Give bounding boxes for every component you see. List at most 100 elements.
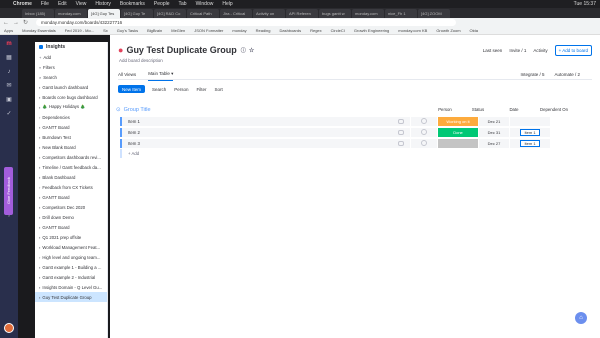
sidebar-item[interactable]: ▪ Gantt launch dashboard (35, 82, 107, 92)
tab-main-table[interactable]: Main Table ▾ (148, 71, 174, 81)
table-row[interactable]: Item 1 Working on it Dec 21 (120, 116, 550, 126)
browser-tab[interactable]: Activity on (253, 9, 285, 18)
browser-tab[interactable]: monday.com (352, 9, 384, 18)
item-name[interactable]: Item 2 (120, 127, 410, 137)
forward-icon[interactable]: → (13, 20, 19, 26)
comment-icon[interactable] (398, 140, 404, 146)
column-header-status[interactable]: Status (458, 107, 498, 112)
bookmark[interactable]: monday.com KB (398, 28, 427, 33)
browser-tab[interactable]: monday.com (55, 9, 87, 18)
sidebar-item[interactable]: ▪ Timeline / Gantt feedback da... (35, 162, 107, 172)
integrate-button[interactable]: Integrate / 5 (520, 72, 544, 77)
url-input[interactable]: monday.monday.com/boards/432227716 (36, 19, 457, 26)
table-row[interactable]: Item 3 Dec 27 Item 1 (120, 138, 550, 148)
menu-file[interactable]: File (41, 1, 49, 7)
sidebar-item[interactable]: ▪ Blank Dashboard (35, 172, 107, 182)
sidebar-item[interactable]: ▪ Burndown Test (35, 132, 107, 142)
sidebar-item-selected[interactable]: ▪ Guy Test Duplicate Group (35, 292, 107, 302)
menu-edit[interactable]: Edit (58, 1, 67, 7)
add-to-board-button[interactable]: + Add to board (554, 45, 592, 56)
back-icon[interactable]: ← (3, 20, 9, 26)
star-icon[interactable]: ☆ (249, 47, 254, 54)
filter-button[interactable]: Filter (197, 87, 207, 92)
comment-icon[interactable] (398, 129, 404, 135)
person-cell[interactable] (411, 127, 437, 137)
person-button[interactable]: Person (174, 87, 188, 92)
app-name[interactable]: Chrome (13, 1, 32, 7)
person-cell[interactable] (411, 116, 437, 126)
reload-icon[interactable]: ↻ (23, 19, 28, 26)
item-name[interactable]: Item 3 (120, 138, 410, 148)
status-cell[interactable]: Working on it (438, 116, 478, 126)
date-cell[interactable]: Dec 31 (479, 127, 509, 137)
info-icon[interactable]: ⓘ (241, 47, 246, 54)
sidebar-item[interactable]: ▪ GANTT Board (35, 192, 107, 202)
bookmark[interactable]: Fed 2019 - Mo... (65, 28, 94, 33)
automate-button[interactable]: Automate / 2 (554, 72, 580, 77)
sidebar-item[interactable]: ▪ 🎄 Happy Holidays 🎄 (35, 102, 107, 112)
browser-tab-active[interactable]: [4G] Guy Tes (88, 9, 120, 18)
bell-icon[interactable]: ♪ (5, 67, 14, 76)
sidebar-item[interactable]: ▪ Insights Domain - Q Level Gu... (35, 282, 107, 292)
help-icon[interactable]: ⌂ (575, 312, 587, 324)
inbox-icon[interactable]: ✉ (5, 81, 14, 90)
status-cell[interactable] (438, 138, 478, 148)
new-item-button[interactable]: New Item (118, 85, 146, 93)
sidebar-item[interactable]: ▪ Workload Management Feat... (35, 242, 107, 252)
sidebar-item[interactable]: › Feedback from CX Tickets (35, 182, 107, 192)
item-name[interactable]: Item 1 (120, 116, 410, 126)
browser-tab[interactable]: [4G] Guy Te (121, 9, 153, 18)
workspace-header[interactable]: Insights (35, 42, 107, 52)
sidebar-item[interactable]: ▪ Gantt example 2 - Industrial (35, 272, 107, 282)
sidebar-item[interactable]: › High level and ongoing team... (35, 252, 107, 262)
grid-icon[interactable]: ▦ (5, 53, 14, 62)
sidebar-item[interactable]: ▪ New Blank Board (35, 142, 107, 152)
column-header-person[interactable]: Person (432, 107, 458, 112)
sidebar-search[interactable]: ⌕ Search (35, 72, 107, 82)
dependency-chip[interactable]: Item 1 (520, 128, 540, 136)
bookmark[interactable]: Monday Essentials (22, 28, 56, 33)
menu-view[interactable]: View (76, 1, 87, 7)
bookmark[interactable]: monday (232, 28, 246, 33)
menu-people[interactable]: People (154, 1, 170, 7)
bookmark[interactable]: Reading (256, 28, 271, 33)
person-cell[interactable] (411, 138, 437, 148)
bookmark[interactable]: Sx (103, 28, 108, 33)
browser-tab[interactable]: Inbox (185) (22, 9, 54, 18)
add-item-row[interactable]: + Add (120, 149, 410, 158)
date-cell[interactable]: Dec 21 (479, 116, 509, 126)
monday-logo-icon[interactable]: m (5, 39, 14, 48)
avatar[interactable] (4, 323, 14, 333)
bookmark[interactable]: Regex (310, 28, 322, 33)
menu-window[interactable]: Window (196, 1, 214, 7)
page-title[interactable]: Guy Test Duplicate Group (126, 45, 236, 55)
sidebar-item[interactable]: ▪ Competitors dashboards revi... (35, 152, 107, 162)
bookmark[interactable]: Guy's Tasks (117, 28, 138, 33)
browser-tab[interactable]: nice_Fh 1 (385, 9, 417, 18)
bookmark[interactable]: BigBrain (147, 28, 162, 33)
status-cell[interactable]: Done (438, 127, 478, 137)
sidebar-item[interactable]: ▪ Competitors Dec 2020 (35, 202, 107, 212)
browser-tab[interactable]: API Referen (286, 9, 318, 18)
invite-button[interactable]: Invite / 1 (509, 48, 526, 53)
sidebar-item[interactable]: ▪ Boards core bugs dashboard (35, 92, 107, 102)
browser-tab[interactable]: Critical Path (187, 9, 219, 18)
sidebar-filters[interactable]: ▿ Filters (35, 62, 107, 72)
chevron-down-icon[interactable]: ⊙ (116, 107, 121, 113)
browser-tab[interactable]: Jira - Critical (220, 9, 252, 18)
sidebar-item[interactable]: ▪ Q1 2021 prep offsite (35, 232, 107, 242)
comment-icon[interactable] (398, 118, 404, 124)
table-row[interactable]: Item 2 Done Dec 31 Item 1 (120, 127, 550, 137)
board-description[interactable]: Add board description (119, 58, 163, 63)
check-icon[interactable]: ✓ (5, 109, 14, 118)
bookmark[interactable]: JSON Formatter (194, 28, 223, 33)
menu-help[interactable]: Help (222, 1, 232, 7)
bookmark[interactable]: MeGlen (171, 28, 185, 33)
search-button[interactable]: Search (152, 87, 166, 92)
date-cell[interactable]: Dec 27 (479, 138, 509, 148)
bookmark[interactable]: Dashboards (280, 28, 302, 33)
dependency-chip[interactable]: Item 1 (520, 139, 540, 147)
feedback-tab[interactable]: Give Feedback (4, 167, 13, 215)
column-header-date[interactable]: Date (499, 107, 529, 112)
sidebar-item[interactable]: ▪ GANTT Board (35, 122, 107, 132)
